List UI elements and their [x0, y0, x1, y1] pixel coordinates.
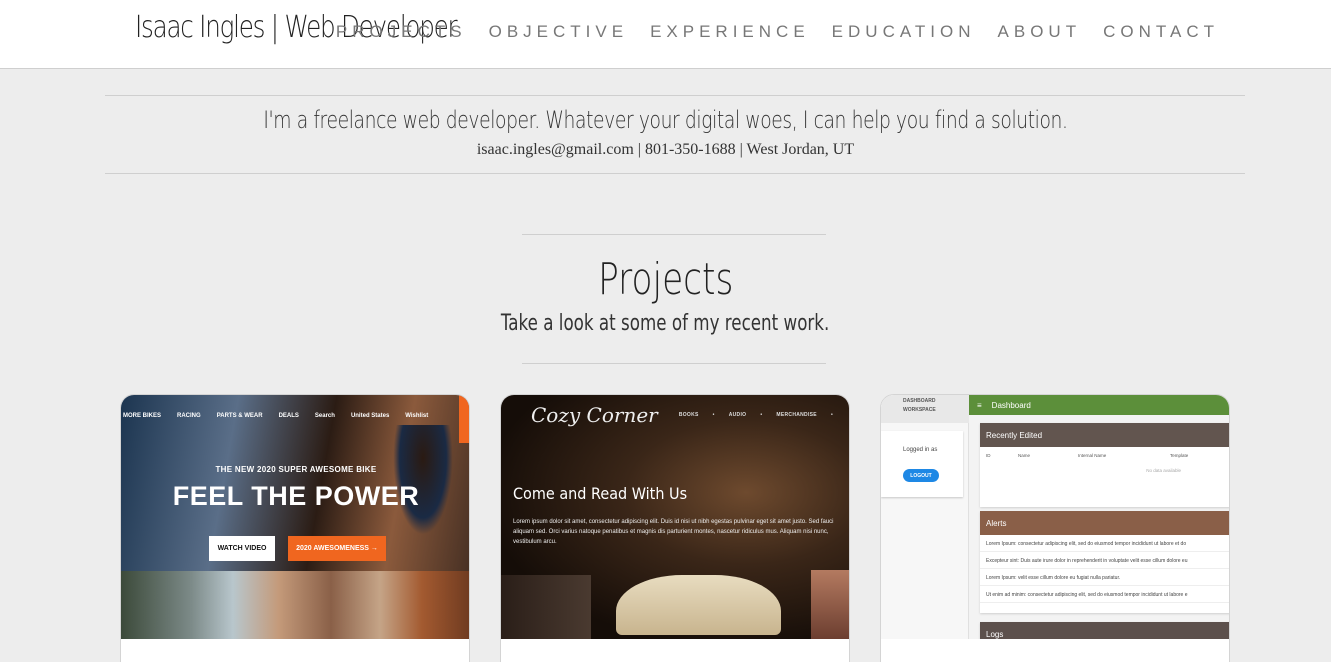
dash-recent-title: Recently Edited [980, 423, 1229, 447]
dash-logout-button: LOGOUT [903, 469, 939, 482]
projects-subtitle-text: Take a look at some of my recent work. [501, 311, 830, 336]
bike-nav-item: MORE BIKES [123, 413, 162, 419]
cozy-nav: BOOKS • AUDIO • MERCHANDISE • [679, 412, 833, 418]
rider-image [393, 425, 453, 535]
dash-sidebar-menu: DASHBOARD WORKSPACE [881, 395, 969, 423]
dash-col-header: ID [986, 453, 991, 458]
nav-education[interactable]: EDUCATION [832, 22, 976, 42]
nav-about[interactable]: ABOUT [998, 22, 1082, 42]
dash-login-box: Logged in as LOGOUT [881, 431, 963, 497]
dash-recent-panel: Recently Edited ID Name Internal Name Te… [980, 423, 1229, 507]
bike-nav-item: Wishlist [405, 413, 429, 419]
projects-title: Projects [0, 254, 1331, 305]
cozy-heading: Come and Read With Us [513, 484, 688, 503]
bike-nav-item: Search [314, 413, 335, 419]
dash-alerts-panel: Alerts Lorem Ipsum: consectetur adipisci… [980, 511, 1229, 613]
project-card-bike[interactable]: MORE BIKES RACING PARTS & WEAR DEALS Sea… [120, 394, 470, 662]
projects-subtitle: Take a look at some of my recent work. [0, 311, 1331, 336]
intro-tagline-text: I'm a freelance web developer. Whatever … [263, 106, 1068, 134]
dash-logged-in-label: Logged in as [903, 447, 938, 453]
projects-bottom-divider [522, 363, 826, 364]
intro-bottom-divider [105, 173, 1245, 174]
cozy-nav-item: MERCHANDISE [776, 412, 817, 418]
nav-objective[interactable]: OBJECTIVE [489, 22, 628, 42]
cozy-logo: Cozy Corner [531, 403, 658, 427]
dash-no-data: No data available [1146, 468, 1181, 473]
dash-alert-item: Excepteur sint: Duis aute irure dolor in… [980, 552, 1229, 569]
dash-table-header: ID Name Internal Name Template [980, 447, 1229, 458]
dash-col-header: Template [1170, 453, 1189, 458]
cozy-nav-separator: • [830, 412, 833, 418]
project-card-dashboard[interactable]: DASHBOARD WORKSPACE Logged in as LOGOUT … [880, 394, 1230, 662]
intro-top-divider [105, 95, 1245, 96]
dash-logs-panel: Logs [980, 622, 1229, 639]
dash-alerts-title: Alerts [980, 511, 1229, 535]
nav-contact[interactable]: CONTACT [1103, 22, 1219, 42]
accent-block [459, 395, 469, 443]
bike-headline: FEEL THE POWER [172, 481, 420, 511]
dash-alert-item: Lorem Ipsum: consectetur adipiscing elit… [980, 535, 1229, 552]
dash-appbar-title: Dashboard [991, 400, 1031, 410]
cozy-body-text: Lorem ipsum dolor sit amet, consectetur … [513, 519, 834, 545]
nav-experience[interactable]: EXPERIENCE [650, 22, 810, 42]
nav-projects[interactable]: PROJECTS [336, 22, 467, 42]
project-thumbnail-dashboard[interactable]: DASHBOARD WORKSPACE Logged in as LOGOUT … [881, 395, 1229, 639]
contact-info: isaac.ingles@gmail.com | 801-350-1688 | … [476, 141, 855, 158]
dash-sidebar-item: WORKSPACE [903, 407, 936, 413]
dash-alert-item: Lorem Ipsum: velit esse cillum dolore eu… [980, 569, 1229, 586]
project-thumbnail-bike[interactable]: MORE BIKES RACING PARTS & WEAR DEALS Sea… [121, 395, 469, 639]
intro-tagline: I'm a freelance web developer. Whatever … [0, 106, 1331, 134]
dash-logs-title: Logs [980, 622, 1229, 639]
dash-col-header: Name [1018, 453, 1031, 458]
bike-nav-item: RACING [177, 413, 201, 419]
dash-alert-item: Ut enim ad minim: consectetur adipiscing… [980, 586, 1229, 603]
dash-appbar: ≡ Dashboard [969, 395, 1229, 415]
bike-nav-item: United States [350, 413, 390, 419]
project-card-cozy-corner[interactable]: Cozy Corner BOOKS • AUDIO • MERCHANDISE … [500, 394, 850, 662]
cozy-nav-item: BOOKS [678, 412, 699, 418]
awesomeness-button: 2020 AWESOMENESS → [288, 536, 386, 561]
cozy-nav-item: AUDIO [728, 412, 747, 418]
cozy-nav-separator: • [760, 412, 763, 418]
project-thumbnail-cozy-corner[interactable]: Cozy Corner BOOKS • AUDIO • MERCHANDISE … [501, 395, 849, 639]
projects-title-text: Projects [597, 254, 734, 305]
dash-sidebar: DASHBOARD WORKSPACE Logged in as LOGOUT [881, 395, 969, 639]
bookshelf-image [501, 575, 591, 639]
bike-kicker: THE NEW 2020 SUPER AWESOME BIKE [215, 465, 377, 474]
menu-icon: ≡ [977, 400, 982, 410]
bike-nav-item: PARTS & WEAR [216, 413, 263, 419]
dash-col-header: Internal Name [1078, 453, 1107, 458]
bike-photo-strip [121, 571, 469, 639]
site-header: Isaac Ingles | Web Developer PROJECTS OB… [0, 0, 1331, 69]
bike-nav-item: DEALS [278, 413, 299, 419]
projects-top-divider [522, 234, 826, 235]
bike-nav: MORE BIKES RACING PARTS & WEAR DEALS Sea… [121, 413, 428, 419]
main-nav: PROJECTS OBJECTIVE EXPERIENCE EDUCATION … [336, 22, 1219, 42]
cozy-nav-separator: • [712, 412, 715, 418]
dash-sidebar-item: DASHBOARD [903, 398, 936, 404]
bookstack-image [811, 570, 849, 639]
open-book-image [616, 575, 781, 635]
watch-video-button: WATCH VIDEO [209, 536, 275, 561]
